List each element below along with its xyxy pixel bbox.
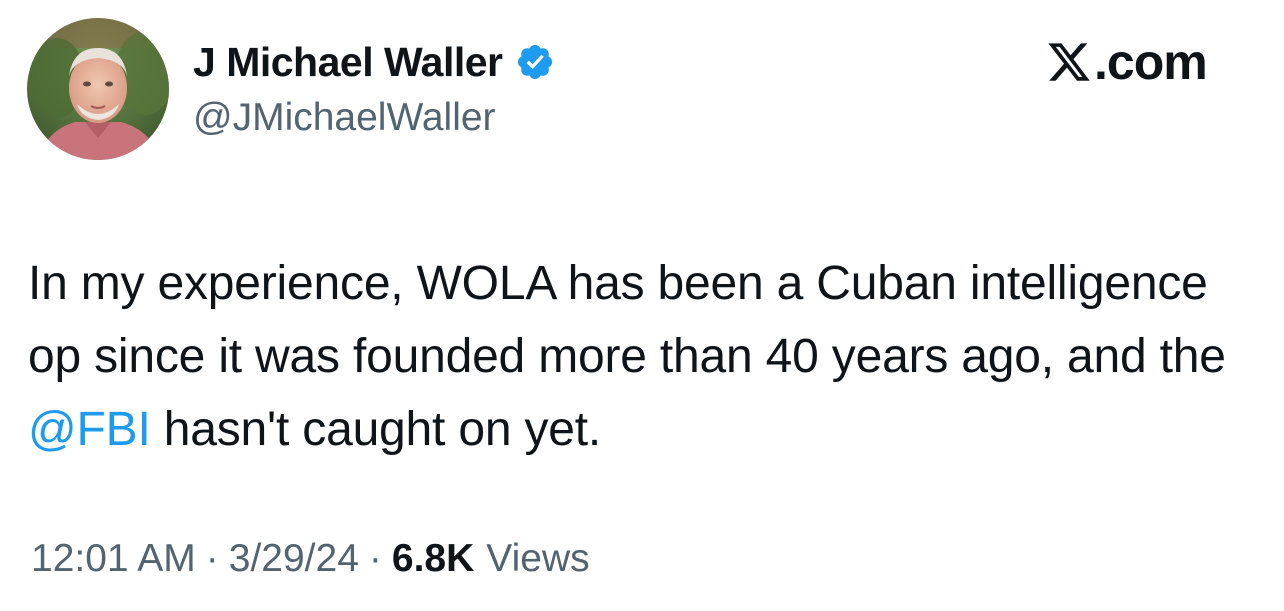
tweet-text: In my experience, WOLA has been a Cuban … (28, 247, 1258, 466)
meta-separator: · (368, 537, 382, 580)
author-name-row: J Michael Waller (193, 36, 555, 88)
tweet-text-part: hasn't caught on yet. (150, 403, 602, 456)
mention-link[interactable]: @FBI (28, 403, 151, 456)
views-label: Views (486, 537, 590, 580)
tweet-time[interactable]: 12:01 AM (31, 537, 196, 581)
author-avatar[interactable] (27, 18, 169, 160)
x-com-logo: .com (1046, 30, 1208, 94)
views-count: 6.8K (391, 537, 475, 580)
author-display-name[interactable]: J Michael Waller (193, 39, 503, 86)
tweet-text-part: In my experience, WOLA has been a Cuban … (28, 257, 1226, 383)
author-handle[interactable]: @JMichaelWaller (193, 96, 496, 140)
tweet-meta: 12:01 AM · 3/29/24 · 6.8K Views (31, 537, 590, 581)
tweet-date[interactable]: 3/29/24 (229, 537, 359, 581)
profile-photo (27, 18, 169, 160)
x-logo-icon (1046, 39, 1092, 85)
verified-badge-icon (515, 42, 555, 82)
x-com-text: .com (1094, 34, 1208, 90)
tweet-card: J Michael Waller @JMichaelWaller .com In… (0, 0, 1284, 611)
meta-separator: · (205, 537, 219, 580)
